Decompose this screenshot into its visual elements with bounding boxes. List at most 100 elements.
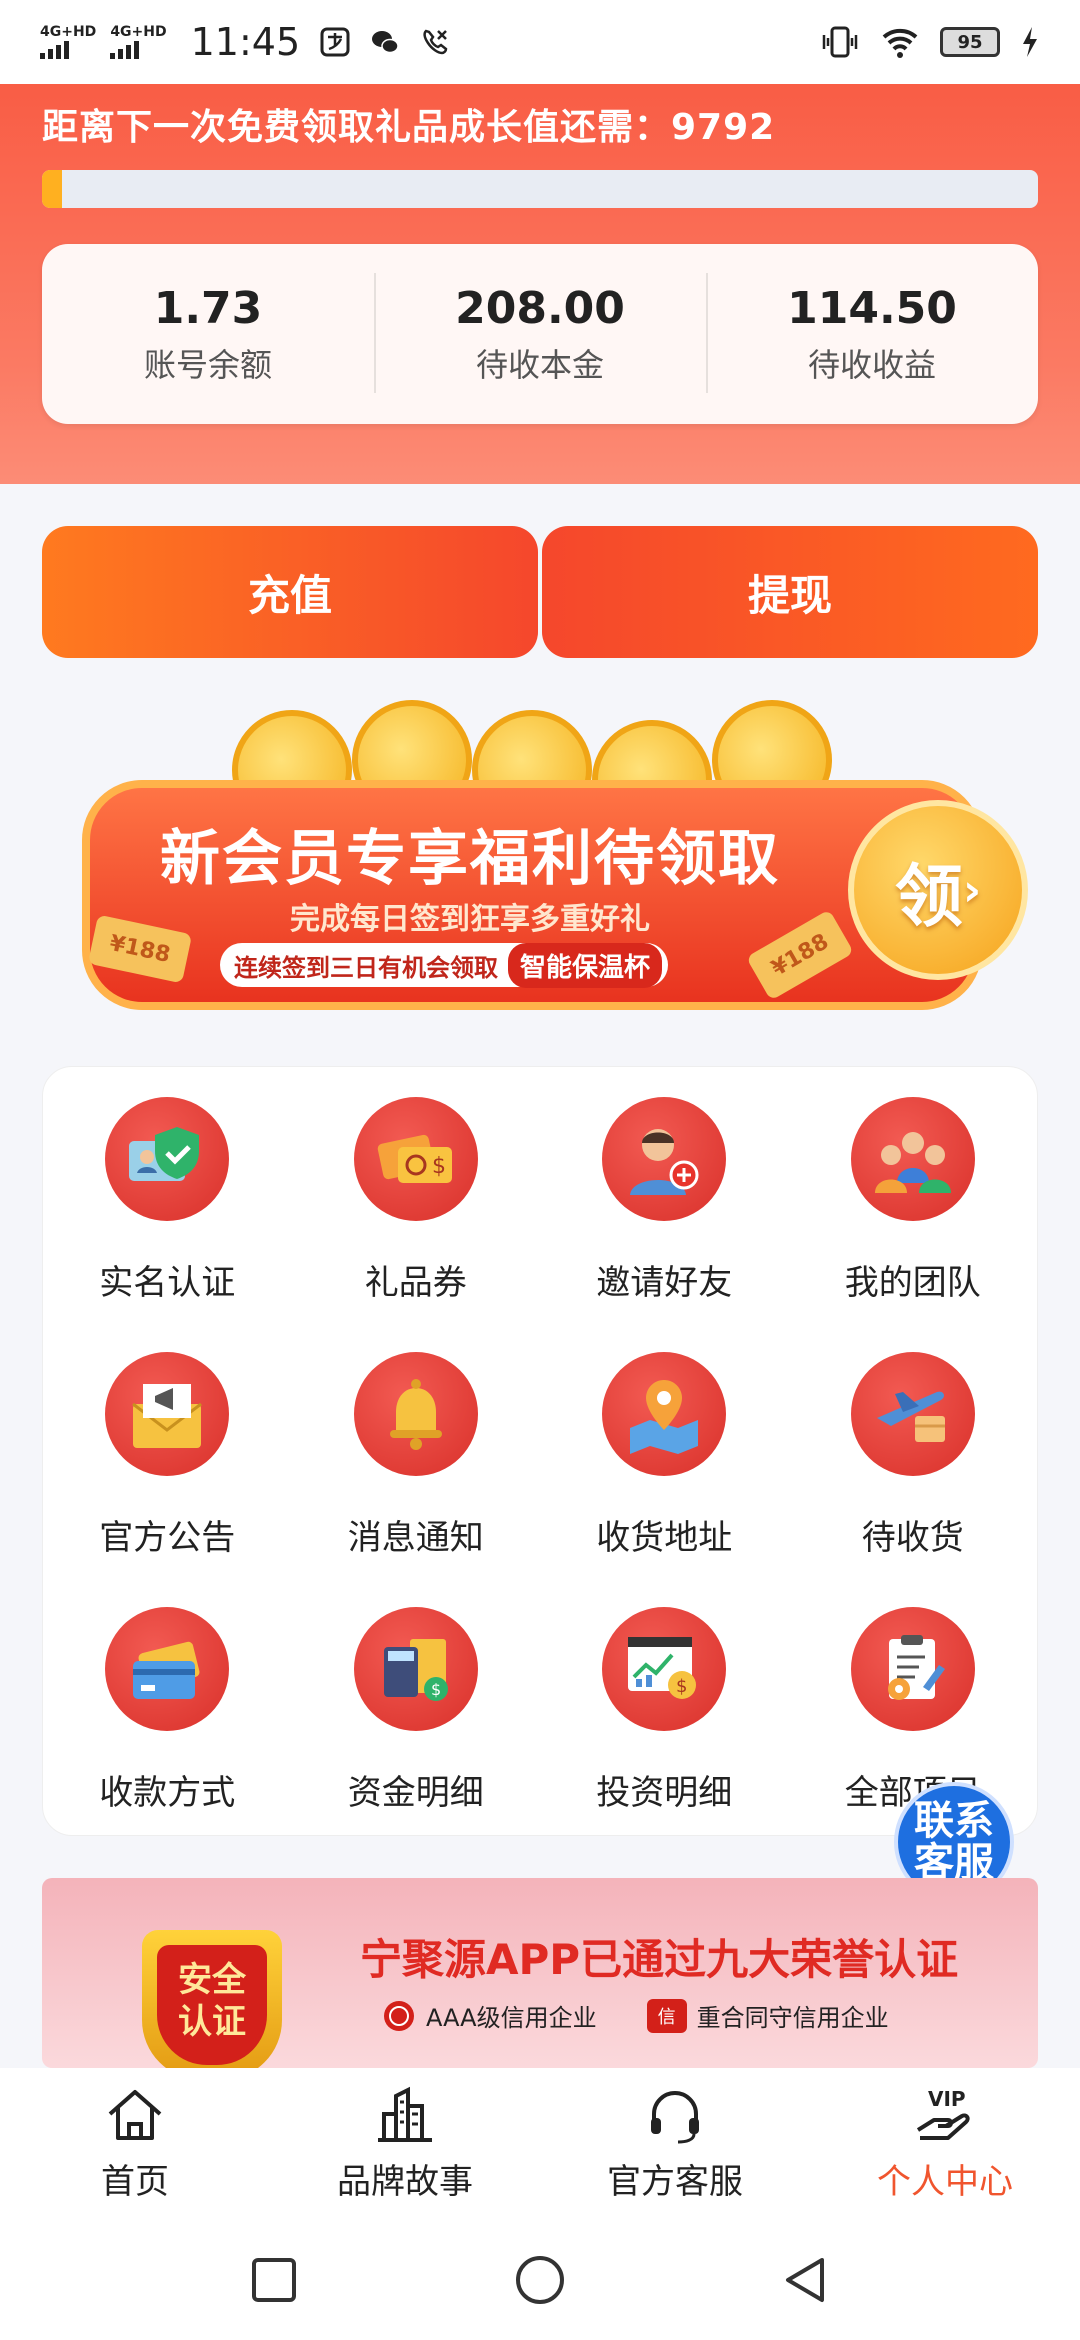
home-icon [108, 2090, 162, 2140]
claim-button[interactable]: 领 › [848, 800, 1028, 980]
shield-line2: 认证 [178, 2002, 246, 2042]
menu-label: 待收货 [861, 1518, 964, 1558]
certification-banner[interactable]: 安全 认证 宁聚源APP已通过九大荣誉认证 AAA级信用企业 信 重合同守信用企… [42, 1878, 1038, 2068]
svg-text:$: $ [432, 1154, 446, 1179]
invite-friend-icon [602, 1097, 727, 1221]
vip-text: VIP [928, 2087, 966, 2111]
growth-value-text: 距离下一次免费领取礼品成长值还需：9792 [42, 107, 776, 148]
balance-card: 1.73 账号余额 208.00 待收本金 114.50 待收收益 [42, 244, 1038, 424]
menu-label: 投资明细 [596, 1773, 733, 1813]
menu-item-fund-details[interactable]: $ 资金明细 [292, 1607, 541, 1862]
svg-text:$: $ [676, 1676, 687, 1697]
charging-icon [1023, 27, 1037, 57]
account-header: 距离下一次免费领取礼品成长值还需：9792 1.73 账号余额 208.00 待… [0, 84, 1080, 484]
recharge-button[interactable]: 充值 [42, 526, 538, 658]
promo-pill: 连续签到三日有机会领取 智能保温杯 [220, 942, 669, 988]
promo-pill-highlight: 智能保温杯 [508, 942, 663, 988]
menu-label: 实名认证 [99, 1263, 236, 1303]
cert-items: AAA级信用企业 信 重合同守信用企业 [382, 1998, 889, 2033]
gift-coupon-icon: $ [353, 1097, 478, 1221]
action-row: 充值 提现 [42, 526, 1038, 658]
building-icon [378, 2086, 432, 2142]
menu-item-pending-receipt[interactable]: 待收货 [789, 1352, 1038, 1607]
promo-banner[interactable]: 新会员专享福利待领取 完成每日签到狂享多重好礼 连续签到三日有机会领取 智能保温… [42, 700, 1038, 1030]
nav-brand-story[interactable]: 品牌故事 [270, 2068, 540, 2220]
nav-profile[interactable]: VIP 个人中心 [810, 2068, 1080, 2220]
nav-customer-service[interactable]: 官方客服 [540, 2068, 810, 2220]
home-circle-icon[interactable] [512, 2252, 568, 2308]
nav-home[interactable]: 首页 [0, 2068, 270, 2220]
menu-item-my-team[interactable]: 我的团队 [789, 1097, 1038, 1352]
feature-grid-card: 实名认证 $ 礼品券 邀请好友 我的团队 官方公告 消息通知 收货地址 待收货 … [42, 1066, 1038, 1836]
menu-label: 礼品券 [364, 1263, 467, 1303]
bottom-nav: 首页 品牌故事 官方客服 VIP 个人中心 [0, 2068, 1080, 2220]
claim-label: 领 [894, 857, 963, 937]
clock: 11:45 [190, 20, 301, 64]
investment-chart-icon: $ [602, 1607, 727, 1731]
nav-label: 品牌故事 [337, 2162, 473, 2202]
menu-item-gift-coupon[interactable]: $ 礼品券 [292, 1097, 541, 1352]
airplane-delivery-icon [850, 1352, 975, 1476]
announcement-icon [105, 1352, 230, 1476]
menu-label: 消息通知 [347, 1518, 484, 1558]
stat-account-balance[interactable]: 1.73 账号余额 [42, 283, 374, 386]
stat-pending-income[interactable]: 114.50 待收收益 [706, 272, 1038, 393]
system-nav-bar [0, 2220, 1080, 2340]
carrier-label-2: 4G+HD [110, 24, 167, 40]
missed-call-icon [423, 29, 448, 55]
fab-line1: 联系 [914, 1798, 994, 1844]
carrier-label-1: 4G+HD [40, 24, 97, 40]
stat-value: 1.73 [153, 282, 263, 334]
vip-hand-icon: VIP [916, 2087, 970, 2140]
signal-indicator-1: 4G+HD [40, 25, 96, 59]
cert-item-label: 重合同守信用企业 [696, 2004, 889, 2032]
seal-icon [384, 2000, 414, 2031]
cert-item-label: AAA级信用企业 [426, 2004, 597, 2032]
menu-label: 官方公告 [99, 1518, 236, 1558]
stat-value: 208.00 [455, 282, 625, 334]
nav-label: 官方客服 [607, 2162, 743, 2202]
growth-progress-bar [42, 170, 1038, 208]
nav-label: 首页 [101, 2162, 169, 2202]
menu-label: 收货地址 [596, 1518, 733, 1558]
shield-line1: 安全 [178, 1960, 246, 2000]
calculator-doc-icon: $ [353, 1607, 478, 1731]
withdraw-button[interactable]: 提现 [542, 526, 1038, 658]
status-bar: 4G+HD 4G+HD 11:45 95 [0, 0, 1080, 84]
cert-title: 宁聚源APP已通过九大荣誉认证 [360, 1935, 959, 1984]
menu-item-shipping-address[interactable]: 收货地址 [540, 1352, 789, 1607]
menu-item-real-name[interactable]: 实名认证 [43, 1097, 292, 1352]
menu-item-payment-method[interactable]: 收款方式 [43, 1607, 292, 1862]
menu-item-invite-friends[interactable]: 邀请好友 [540, 1097, 789, 1352]
menu-item-announcement[interactable]: 官方公告 [43, 1352, 292, 1607]
signal-bars-icon [40, 41, 69, 59]
promo-title: 新会员专享福利待领取 [160, 824, 780, 894]
status-right: 95 [820, 25, 1040, 59]
cert-item: AAA级信用企业 [382, 1998, 597, 2033]
recent-apps-icon[interactable] [246, 2252, 302, 2308]
stat-pending-principal[interactable]: 208.00 待收本金 [374, 272, 706, 393]
wifi-icon [882, 28, 918, 58]
team-icon [850, 1097, 975, 1221]
menu-label: 收款方式 [99, 1773, 236, 1813]
credit-badge-icon: 信 [646, 1998, 687, 2033]
back-icon[interactable] [778, 2252, 834, 2308]
stat-label: 账号余额 [143, 345, 272, 384]
promo-subtitle: 完成每日签到狂享多重好礼 [290, 902, 650, 937]
alipay-icon [320, 27, 350, 57]
menu-item-notifications[interactable]: 消息通知 [292, 1352, 541, 1607]
promo-pill-text: 连续签到三日有机会领取 [234, 953, 498, 982]
credit-card-icon [105, 1607, 230, 1731]
menu-item-investment-details[interactable]: $ 投资明细 [540, 1607, 789, 1862]
cert-item: 信 重合同守信用企业 [646, 1998, 889, 2033]
promo-banner-body: 新会员专享福利待领取 完成每日签到狂享多重好礼 连续签到三日有机会领取 智能保温… [82, 780, 982, 1010]
security-shield-icon: 安全 认证 [142, 1930, 282, 2068]
menu-label: 我的团队 [844, 1263, 981, 1303]
battery-indicator: 95 [940, 27, 1000, 57]
signal-indicator-2: 4G+HD [110, 24, 167, 59]
stat-label: 待收收益 [807, 345, 936, 384]
clipboard-gear-icon [850, 1607, 975, 1731]
feature-grid: 实名认证 $ 礼品券 邀请好友 我的团队 官方公告 消息通知 收货地址 待收货 … [43, 1067, 1037, 1862]
menu-label: 资金明细 [347, 1773, 484, 1813]
stat-label: 待收本金 [475, 345, 604, 384]
